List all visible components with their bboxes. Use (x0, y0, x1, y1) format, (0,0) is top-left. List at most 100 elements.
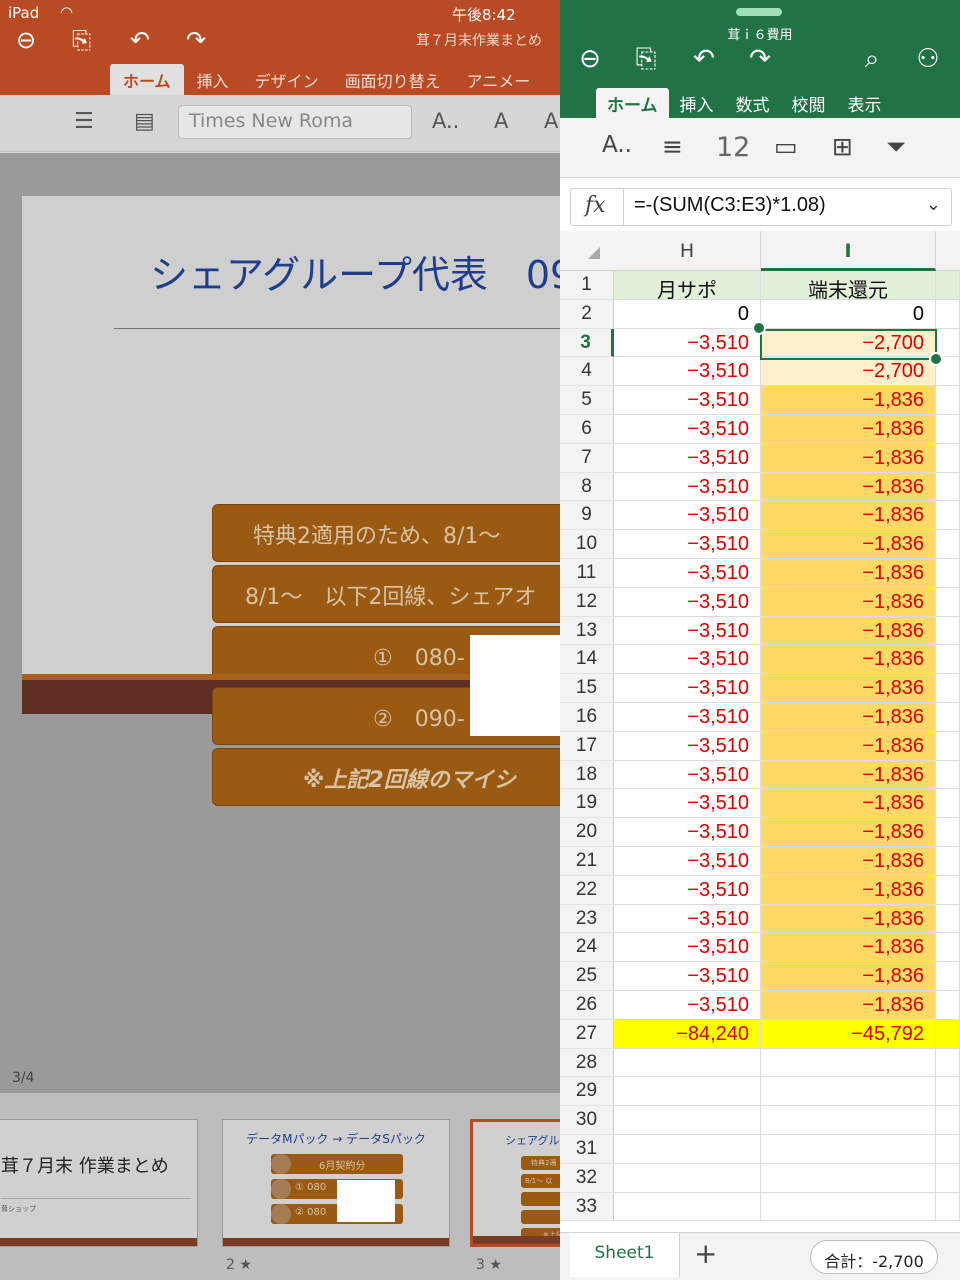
row-header[interactable]: 2 (560, 299, 614, 329)
font-color-icon[interactable]: A (494, 109, 508, 133)
ppt-tab-design[interactable]: デザイン (242, 64, 332, 95)
selection-handle-top-left[interactable] (752, 321, 766, 335)
row-header[interactable]: 21 (560, 847, 614, 876)
row-header[interactable]: 4 (560, 357, 614, 387)
row-header[interactable]: 32 (560, 1163, 614, 1193)
cell-j[interactable] (936, 760, 960, 790)
cell-j[interactable] (936, 645, 960, 675)
row-header[interactable]: 7 (560, 443, 614, 473)
row-header[interactable]: 15 (560, 674, 614, 703)
row-header[interactable]: 16 (560, 703, 614, 732)
row-header[interactable]: 27 (560, 1019, 614, 1049)
cell-i[interactable] (761, 1135, 936, 1164)
row-header[interactable]: 11 (560, 559, 614, 588)
cell-j[interactable] (936, 530, 960, 559)
row-header[interactable]: 8 (560, 472, 614, 502)
cell-i[interactable] (761, 1077, 936, 1107)
cell-h[interactable] (614, 1135, 761, 1164)
cell-j[interactable] (936, 875, 960, 905)
cell-h[interactable] (614, 1048, 761, 1078)
cell-h[interactable]: −3,510 (614, 443, 761, 473)
row-header[interactable]: 5 (560, 386, 614, 415)
cell-i[interactable] (761, 1106, 936, 1135)
highlight-icon[interactable]: A (544, 109, 558, 133)
cell-h[interactable]: −3,510 (614, 818, 761, 847)
cell-h[interactable]: −3,510 (614, 731, 761, 761)
thumbnail-2[interactable]: データMパック → データSパック 6月契約分 ① 080 ② 080 (222, 1119, 450, 1247)
cell-i[interactable]: −1,836 (761, 731, 936, 761)
cell-i[interactable]: −1,836 (761, 674, 936, 703)
cell-j[interactable] (936, 443, 960, 473)
cell-i[interactable]: −1,836 (761, 818, 936, 847)
cell-j[interactable] (936, 415, 960, 444)
align-icon[interactable]: ≡ (662, 132, 683, 161)
cell-j[interactable] (936, 1106, 960, 1135)
cell-j[interactable] (936, 386, 960, 415)
cell-i[interactable]: −1,836 (761, 415, 936, 444)
row-header[interactable]: 9 (560, 501, 614, 531)
formula-input[interactable]: =-(SUM(C3:E3)*1.08) (634, 194, 826, 217)
font-size-icon[interactable]: A.. (432, 109, 459, 133)
sheet-tab[interactable]: Sheet1 (570, 1233, 680, 1277)
cell-h[interactable]: −3,510 (614, 674, 761, 703)
cell-j[interactable] (936, 1019, 960, 1049)
cell-h[interactable]: −3,510 (614, 760, 761, 790)
add-sheet-icon[interactable]: + (694, 1237, 717, 1270)
row-header[interactable]: 22 (560, 875, 614, 905)
ppt-tab-animations[interactable]: アニメー (454, 64, 544, 95)
cell-h[interactable]: −3,510 (614, 703, 761, 732)
row-header[interactable]: 12 (560, 587, 614, 617)
cell-i[interactable]: 0 (761, 299, 936, 329)
cell-h[interactable]: −3,510 (614, 789, 761, 819)
redo-icon[interactable]: ↷ (742, 44, 778, 74)
row-header[interactable]: 28 (560, 1048, 614, 1078)
cell-h[interactable]: −3,510 (614, 415, 761, 444)
cell-i[interactable]: −1,836 (761, 472, 936, 502)
formula-bar[interactable]: fx =-(SUM(C3:E3)*1.08) ⌄ (570, 188, 952, 226)
cell-i[interactable]: −1,836 (761, 904, 936, 934)
row-header[interactable]: 23 (560, 904, 614, 934)
cell-j[interactable] (936, 1163, 960, 1193)
cell-h[interactable]: −3,510 (614, 472, 761, 502)
cell-i[interactable]: −1,836 (761, 530, 936, 559)
back-icon[interactable]: ⊖ (16, 26, 36, 54)
share-person-icon[interactable]: ⚇ (910, 44, 946, 74)
cell-i[interactable] (761, 1192, 936, 1222)
selection-handle-bottom-right[interactable] (929, 352, 943, 366)
cell-j[interactable] (936, 789, 960, 819)
row-header[interactable]: 1 (560, 271, 614, 300)
row-header[interactable]: 26 (560, 991, 614, 1020)
thumbnail-1[interactable]: 茸７月末 作業まとめ 茸ショップ (0, 1119, 198, 1247)
cell-i[interactable]: −1,836 (761, 703, 936, 732)
undo-icon[interactable]: ↶ (686, 44, 722, 74)
column-header-i[interactable]: I (761, 231, 936, 271)
cell-i[interactable]: −1,836 (761, 616, 936, 646)
cell-h[interactable]: −3,510 (614, 587, 761, 617)
cell-h[interactable] (614, 1077, 761, 1107)
cell-h[interactable] (614, 1163, 761, 1193)
cell-h[interactable]: −3,510 (614, 875, 761, 905)
cell-j[interactable] (936, 933, 960, 963)
column-header-h[interactable]: H (614, 231, 761, 271)
cell-h[interactable]: −3,510 (614, 616, 761, 646)
cell-j[interactable] (936, 616, 960, 646)
row-header[interactable]: 24 (560, 933, 614, 963)
select-all-corner[interactable] (588, 247, 600, 259)
back-icon[interactable]: ⊖ (572, 44, 608, 74)
sort-filter-icon[interactable]: ⏷ (886, 132, 906, 162)
cell-i[interactable]: −1,836 (761, 789, 936, 819)
cell-i[interactable]: −1,836 (761, 587, 936, 617)
cell-j[interactable] (936, 991, 960, 1020)
row-header[interactable]: 10 (560, 530, 614, 559)
ppt-tab-transitions[interactable]: 画面切り替え (332, 64, 454, 95)
cell-i[interactable]: 端末還元 (761, 271, 936, 300)
cell-i[interactable]: −1,836 (761, 386, 936, 415)
sum-status[interactable]: 合計：-2,700 (810, 1240, 938, 1274)
search-icon[interactable]: ⌕ (854, 44, 890, 75)
cell-h[interactable]: −3,510 (614, 357, 761, 387)
cell-i[interactable]: −1,836 (761, 933, 936, 963)
cell-h[interactable]: 月サポ (614, 271, 761, 300)
cell-j[interactable] (936, 731, 960, 761)
excel-tab-formulas[interactable]: 数式 (725, 88, 781, 118)
sync-icon[interactable]: ⎘ (72, 26, 91, 54)
